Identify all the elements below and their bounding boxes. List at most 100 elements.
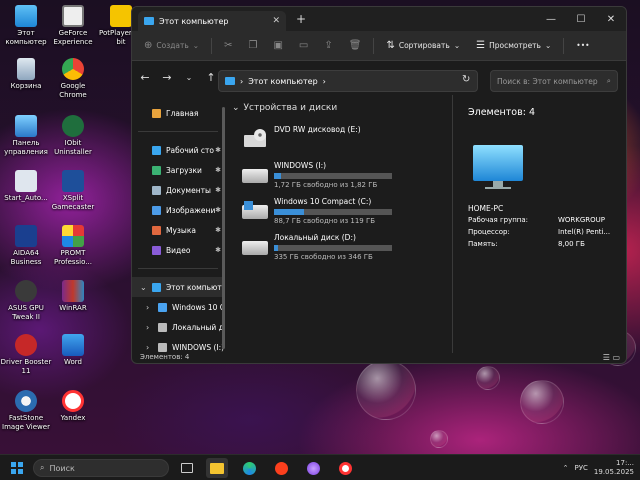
sidebar-item-downloads[interactable]: Загрузки ✱: [132, 160, 224, 180]
sidebar-item-label: Этот компьютер: [166, 282, 224, 292]
desktop-icon-promt[interactable]: PROMT Professio...: [47, 225, 99, 266]
desktop-icon-this-pc[interactable]: Этот компьютер: [0, 5, 52, 46]
desktop-icon-label: AIDA64 Business: [10, 249, 42, 266]
desktop-icon-xsplit[interactable]: XSplit Gamecaster: [47, 170, 99, 211]
clock[interactable]: 17:... 19.05.2025: [594, 459, 634, 477]
view-button[interactable]: ☰ Просмотреть ⌄: [472, 37, 555, 54]
language-indicator[interactable]: РУС: [575, 464, 588, 472]
desktop-icon-recycle-bin[interactable]: Корзина: [0, 58, 52, 91]
more-options-button[interactable]: •••: [572, 38, 593, 53]
group-header[interactable]: ⌄ Устройства и диски: [232, 103, 337, 113]
taskbar-edge[interactable]: [238, 458, 260, 478]
search-icon: ⌕: [606, 76, 611, 85]
copy-button[interactable]: ❐: [244, 37, 261, 54]
sort-label: Сортировать: [398, 41, 450, 50]
create-button[interactable]: ⊕ Создать ⌄: [140, 37, 203, 54]
back-button[interactable]: ←: [138, 71, 152, 84]
sort-button[interactable]: ⇅ Сортировать ⌄: [382, 37, 464, 54]
toolbar-divider: [373, 37, 375, 54]
chevron-right-icon: ›: [146, 322, 150, 332]
tray-overflow-icon[interactable]: ⌃: [563, 464, 569, 472]
sidebar-item-label: Рабочий сто: [166, 145, 214, 155]
pin-icon: ✱: [215, 246, 221, 254]
drive-item-dvd[interactable]: DVD RW дисковод (E:): [242, 125, 452, 157]
video-icon: [152, 245, 161, 255]
sidebar-divider: [138, 268, 218, 269]
alice-icon: [306, 461, 320, 475]
desktop-icon-iobit[interactable]: IObit Uninstaller: [47, 115, 99, 156]
drive-item-c[interactable]: Windows 10 Compact (C:) 88,7 ГБ свободно…: [242, 197, 452, 229]
desktop-icon-faststone[interactable]: FastStone Image Viewer: [0, 390, 52, 431]
sidebar-item-drive-d[interactable]: › Локальный ди: [132, 317, 224, 337]
rename-button[interactable]: ▭: [295, 37, 312, 54]
search-input[interactable]: Поиск в: Этот компьютер ⌕: [490, 70, 618, 92]
desktop-icon-chrome[interactable]: Google Chrome: [47, 58, 99, 99]
chevron-right-icon: ›: [146, 302, 150, 312]
start-button[interactable]: [6, 458, 28, 478]
potplayer-icon: [110, 5, 132, 27]
drive-item-d[interactable]: Локальный диск (D:) 335 ГБ свободно из 3…: [242, 233, 452, 265]
details-view-icon[interactable]: ☰: [603, 353, 610, 362]
taskbar-file-explorer[interactable]: [206, 458, 228, 478]
desktop-icon-label: Панель управления: [4, 139, 48, 156]
desktop-icon-yandex[interactable]: Yandex: [47, 390, 99, 423]
desktop-icon-asus-gpu-tweak[interactable]: ASUS GPU Tweak II: [0, 280, 52, 321]
sidebar-item-label: Главная: [166, 108, 199, 118]
close-window-button[interactable]: ✕: [596, 7, 626, 31]
maximize-button[interactable]: ☐: [566, 7, 596, 31]
tiles-view-icon[interactable]: ▭: [612, 353, 620, 362]
recent-locations-button[interactable]: ⌄: [182, 73, 196, 82]
desktop-icon-geforce[interactable]: GeForce Experience: [47, 5, 99, 46]
edge-icon: [242, 461, 256, 475]
taskbar-search-input[interactable]: ⌕ Поиск: [33, 459, 169, 477]
share-button[interactable]: ⇪: [320, 37, 336, 54]
sidebar-item-videos[interactable]: Видео ✱: [132, 240, 224, 260]
new-tab-button[interactable]: +: [296, 12, 306, 26]
task-view-button[interactable]: [176, 458, 198, 478]
desktop-icon-label: Этот компьютер: [5, 29, 47, 46]
desktop-icon-winrar[interactable]: WinRAR: [47, 280, 99, 313]
property-key: Процессор:: [468, 228, 510, 236]
drive-icon: [158, 322, 167, 332]
desktop-icon-driver-booster[interactable]: Driver Booster 11: [0, 334, 52, 375]
sidebar-item-home[interactable]: Главная: [132, 103, 224, 123]
xsplit-icon: [62, 170, 84, 192]
desktop-icon-label: Google Chrome: [59, 82, 87, 99]
system-tray: ⌃ РУС 17:... 19.05.2025: [563, 455, 634, 480]
desktop-icon-start-auto[interactable]: Start_Auto...: [0, 170, 52, 203]
up-button[interactable]: ↑: [204, 71, 218, 84]
taskbar-yandex[interactable]: [270, 458, 292, 478]
taskbar-alice[interactable]: [302, 458, 324, 478]
close-tab-icon[interactable]: ✕: [272, 16, 280, 26]
scissors-icon: ✂: [224, 40, 233, 51]
drive-name: Windows 10 Compact (C:): [274, 197, 372, 206]
address-bar[interactable]: › Этот компьютер ›: [218, 70, 478, 92]
monitor-base: [485, 187, 511, 189]
cut-button[interactable]: ✂: [220, 37, 236, 54]
drive-item-i[interactable]: WINDOWS (I:) 1,72 ГБ свободно из 1,82 ГБ: [242, 161, 452, 193]
refresh-button[interactable]: ↻: [462, 74, 470, 85]
desktop-icon-word[interactable]: Word: [47, 334, 99, 367]
yandex-icon: [62, 390, 84, 412]
sidebar-item-drive-c[interactable]: › Windows 10 C: [132, 297, 224, 317]
sidebar-item-label: Windows 10 C: [172, 302, 224, 312]
paste-button[interactable]: ▣: [269, 37, 286, 54]
sidebar-item-this-pc[interactable]: ⌄ Этот компьютер: [132, 277, 224, 297]
title-bar: Этот компьютер ✕ + — ☐ ✕: [132, 7, 626, 31]
delete-button[interactable]: 🗑: [345, 37, 366, 54]
sidebar-item-documents[interactable]: Документы ✱: [132, 180, 224, 200]
breadcrumb[interactable]: Этот компьютер: [248, 77, 317, 86]
desktop-icon-aida64[interactable]: AIDA64 Business: [0, 225, 52, 266]
desktop-icon-control-panel[interactable]: Панель управления: [0, 115, 52, 156]
taskbar-yandex-browser[interactable]: [334, 458, 356, 478]
minimize-button[interactable]: —: [536, 7, 566, 31]
forward-button[interactable]: →: [160, 71, 174, 84]
details-title: Элементов: 4: [468, 107, 535, 118]
desktop-icon-label: PROMT Professio...: [54, 249, 92, 266]
sidebar-item-pictures[interactable]: Изображени ✱: [132, 200, 224, 220]
sidebar-item-music[interactable]: Музыка ✱: [132, 220, 224, 240]
sidebar-item-desktop[interactable]: Рабочий сто ✱: [132, 140, 224, 160]
tab-this-pc[interactable]: Этот компьютер ✕: [138, 11, 286, 31]
sidebar-scrollbar[interactable]: [222, 107, 225, 349]
asus-gpu-tweak-icon: [15, 280, 37, 302]
